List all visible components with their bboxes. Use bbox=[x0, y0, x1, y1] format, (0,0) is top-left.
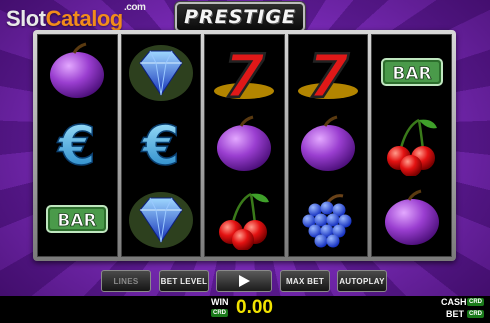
bet-level-button[interactable]: BET LEVEL bbox=[159, 270, 209, 292]
lines-button[interactable]: LINES bbox=[101, 270, 151, 292]
seven-icon: 7 bbox=[292, 38, 364, 106]
seven-icon: 7 bbox=[208, 38, 280, 106]
grapes-icon bbox=[292, 185, 364, 253]
bar-icon: BAR bbox=[41, 185, 113, 253]
diamond-icon bbox=[125, 38, 197, 106]
win-value: 0.00 bbox=[236, 297, 273, 318]
bet-crd-badge: CRD bbox=[467, 310, 484, 318]
plum-icon bbox=[208, 111, 280, 179]
cherry-icon bbox=[208, 185, 280, 253]
svg-text:€: € bbox=[57, 114, 97, 176]
win-crd-badge: CRD bbox=[211, 309, 228, 317]
reels-container: € BAR € 7 7 BAR bbox=[37, 34, 452, 257]
plum-icon bbox=[376, 185, 448, 253]
svg-text:BAR: BAR bbox=[58, 211, 97, 231]
seven-glyph: 7 bbox=[307, 42, 349, 103]
cherry-icon bbox=[376, 111, 448, 179]
play-icon bbox=[239, 275, 250, 287]
game-title: PRESTIGE bbox=[184, 6, 296, 28]
reel-1: € BAR bbox=[37, 34, 118, 257]
game-title-plate: PRESTIGE bbox=[175, 2, 305, 32]
bar-icon: BAR bbox=[376, 38, 448, 106]
autoplay-button[interactable]: AUTOPLAY bbox=[337, 270, 387, 292]
reel-2: € bbox=[120, 34, 202, 257]
reel-5: BAR bbox=[371, 34, 452, 257]
plum-icon bbox=[292, 111, 364, 179]
logo-slot-text: Slot bbox=[6, 6, 46, 31]
cash-crd-badge: CRD bbox=[467, 298, 484, 306]
logo-catalog-text: Catalog bbox=[45, 6, 124, 31]
reel-3: 7 bbox=[204, 34, 285, 257]
seven-glyph: 7 bbox=[224, 42, 266, 103]
max-bet-button[interactable]: MAX BET bbox=[280, 270, 330, 292]
spin-button[interactable] bbox=[216, 270, 272, 292]
win-label: WIN bbox=[211, 297, 229, 307]
bet-label: BET bbox=[446, 309, 464, 319]
svg-text:BAR: BAR bbox=[392, 64, 431, 84]
euro-icon: € bbox=[125, 111, 197, 179]
reels-frame: € BAR € 7 7 BAR bbox=[33, 30, 456, 261]
euro-icon: € bbox=[41, 111, 113, 179]
plum-icon bbox=[41, 38, 113, 106]
svg-text:€: € bbox=[140, 114, 180, 176]
diamond-icon bbox=[125, 185, 197, 253]
logo-dotcom-text: .com bbox=[124, 2, 146, 13]
cash-label: CASH bbox=[441, 297, 467, 307]
reel-4: 7 bbox=[287, 34, 369, 257]
